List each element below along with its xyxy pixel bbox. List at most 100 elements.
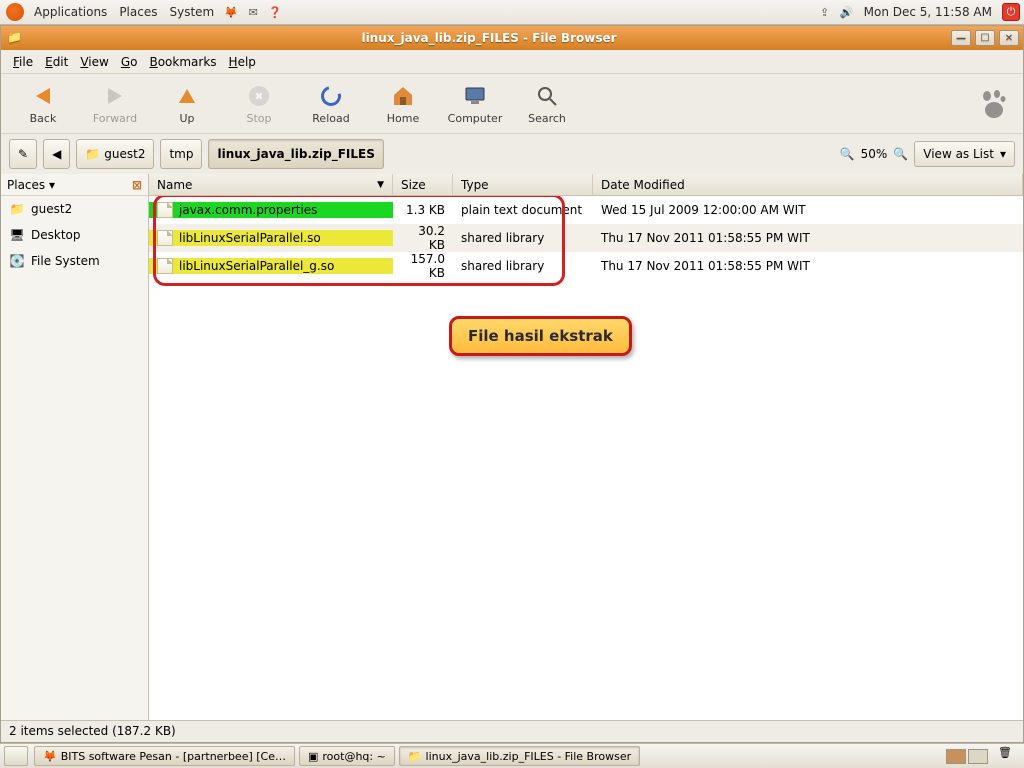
search-icon (535, 82, 559, 110)
file-row[interactable]: javax.comm.properties 1.3 KBplain text do… (149, 196, 1023, 224)
column-header-date[interactable]: Date Modified (593, 174, 1023, 195)
view-mode-selector[interactable]: View as List ▾ (914, 141, 1015, 167)
file-name: libLinuxSerialParallel_g.so (179, 259, 334, 273)
volume-indicator-icon[interactable]: 🔊 (839, 4, 855, 20)
file-row[interactable]: libLinuxSerialParallel.so30.2 KBshared l… (149, 224, 1023, 252)
file-name: libLinuxSerialParallel.so (179, 231, 321, 245)
window-minimize-button[interactable]: — (951, 30, 971, 46)
forward-button: Forward (79, 76, 151, 132)
applications-menu[interactable]: Applications (28, 5, 113, 19)
workspace-switcher[interactable] (946, 749, 988, 764)
workspace-1[interactable] (946, 749, 966, 764)
file-row[interactable]: libLinuxSerialParallel_g.so157.0 KBshare… (149, 252, 1023, 280)
taskbar-item-firefox[interactable]: 🦊 BITS software Pesan - [partnerbee] [Ce… (34, 746, 295, 766)
path-history-button[interactable]: ◀ (43, 139, 70, 169)
main-toolbar: Back Forward Up ✖ Stop Reload Home Compu… (1, 74, 1023, 134)
reload-icon (317, 82, 344, 109)
column-header-name[interactable]: Name▼ (149, 174, 393, 195)
window-titlebar[interactable]: 📁 linux_java_lib.zip_FILES - File Browse… (1, 26, 1023, 50)
file-size: 1.3 KB (393, 203, 453, 217)
menu-view[interactable]: View (74, 52, 114, 72)
mail-launcher-icon[interactable]: ✉ (245, 4, 261, 20)
stop-button: ✖ Stop (223, 76, 295, 132)
system-menu[interactable]: System (163, 5, 220, 19)
status-bar: 2 items selected (187.2 KB) (1, 720, 1023, 742)
file-date: Wed 15 Jul 2009 12:00:00 AM WIT (593, 203, 1023, 217)
computer-button[interactable]: Computer (439, 76, 511, 132)
search-button[interactable]: Search (511, 76, 583, 132)
file-type: plain text document (453, 203, 593, 217)
breadcrumb-guest2[interactable]: 📁 guest2 (76, 139, 154, 169)
arrow-left-icon (36, 88, 50, 104)
drive-icon: 💽 (9, 253, 25, 269)
window-close-button[interactable]: ✕ (999, 30, 1019, 46)
file-browser-window: 📁 linux_java_lib.zip_FILES - File Browse… (0, 25, 1024, 743)
gnome-top-panel: Applications Places System 🦊 ✉ ❓ ⇪ 🔊 Mon… (0, 0, 1024, 25)
show-desktop-button[interactable] (4, 746, 28, 766)
window-maximize-button[interactable]: ☐ (975, 30, 995, 46)
workspace-2[interactable] (968, 749, 988, 764)
file-type: shared library (453, 231, 593, 245)
arrow-right-icon (108, 88, 122, 104)
sidebar-item-desktop[interactable]: 🖥 Desktop (1, 222, 148, 248)
gnome-foot-icon (977, 88, 1009, 120)
shutdown-button[interactable]: ⏻ (1002, 3, 1020, 21)
task-label: linux_java_lib.zip_FILES - File Browser (426, 750, 632, 763)
firefox-launcher-icon[interactable]: 🦊 (223, 4, 239, 20)
taskbar-item-terminal[interactable]: ▣ root@hq: ~ (299, 746, 395, 766)
sidebar-item-label: File System (31, 254, 100, 268)
back-button[interactable]: Back (7, 76, 79, 132)
zoom-out-button[interactable]: 🔍 (840, 147, 855, 161)
window-icon: 📁 (7, 30, 23, 46)
menu-go[interactable]: Go (115, 52, 144, 72)
file-type: shared library (453, 259, 593, 273)
edit-path-button[interactable]: ✎ (9, 139, 37, 169)
sidebar-item-guest2[interactable]: 📁 guest2 (1, 196, 148, 222)
reload-button[interactable]: Reload (295, 76, 367, 132)
location-bar: ✎ ◀ 📁 guest2 tmp linux_java_lib.zip_FILE… (1, 134, 1023, 174)
task-label: BITS software Pesan - [partnerbee] [Ce… (61, 750, 286, 763)
clock[interactable]: Mon Dec 5, 11:58 AM (858, 5, 998, 19)
file-date: Thu 17 Nov 2011 01:58:55 PM WIT (593, 231, 1023, 245)
home-icon (391, 82, 415, 110)
zoom-level: 50% (861, 147, 888, 161)
places-menu[interactable]: Places (113, 5, 163, 19)
sidebar-title: Places ▾ (7, 178, 55, 192)
chevron-down-icon: ▾ (1000, 147, 1006, 161)
sidebar-item-filesystem[interactable]: 💽 File System (1, 248, 148, 274)
sidebar-close-button[interactable]: ⊠ (132, 178, 142, 192)
menu-file[interactable]: File (7, 52, 39, 72)
stop-icon: ✖ (249, 86, 269, 106)
zoom-in-button[interactable]: 🔍 (893, 147, 908, 161)
arrow-up-icon (179, 89, 195, 103)
places-sidebar: Places ▾ ⊠ 📁 guest2 🖥 Desktop 💽 File Sys… (1, 174, 149, 720)
menu-help[interactable]: Help (223, 52, 262, 72)
file-icon (157, 202, 173, 218)
trash-icon[interactable]: 🗑 (998, 746, 1018, 766)
file-icon (157, 258, 173, 274)
breadcrumb-current[interactable]: linux_java_lib.zip_FILES (208, 139, 383, 169)
home-button[interactable]: Home (367, 76, 439, 132)
window-title: linux_java_lib.zip_FILES - File Browser (29, 31, 949, 45)
computer-icon (463, 82, 487, 110)
ubuntu-logo-icon (6, 3, 24, 21)
help-launcher-icon[interactable]: ❓ (267, 4, 283, 20)
file-name: javax.comm.properties (179, 203, 317, 217)
home-folder-icon: 📁 (9, 201, 25, 217)
menu-edit[interactable]: Edit (39, 52, 74, 72)
menu-bookmarks[interactable]: Bookmarks (143, 52, 222, 72)
column-header-type[interactable]: Type (453, 174, 593, 195)
sort-indicator-icon: ▼ (377, 180, 384, 190)
update-indicator-icon[interactable]: ⇪ (817, 4, 833, 20)
sidebar-item-label: Desktop (31, 228, 81, 242)
file-icon (157, 230, 173, 246)
taskbar-item-filebrowser[interactable]: 📁 linux_java_lib.zip_FILES - File Browse… (399, 746, 640, 766)
column-header-size[interactable]: Size (393, 174, 453, 195)
file-list[interactable]: javax.comm.properties 1.3 KBplain text do… (149, 196, 1023, 720)
up-button[interactable]: Up (151, 76, 223, 132)
column-headers: Name▼ Size Type Date Modified (149, 174, 1023, 196)
desktop-icon: 🖥 (9, 227, 25, 243)
file-list-pane: Name▼ Size Type Date Modified javax.comm… (149, 174, 1023, 720)
breadcrumb-tmp[interactable]: tmp (160, 139, 202, 169)
annotation-callout: File hasil ekstrak (449, 316, 632, 356)
